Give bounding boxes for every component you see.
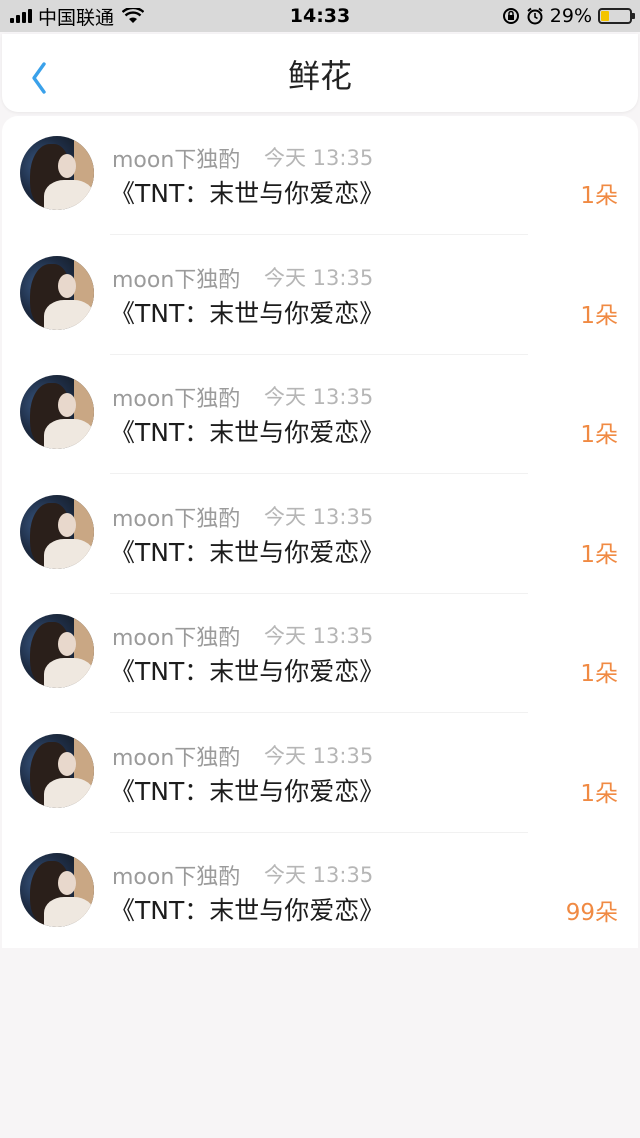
status-bar: 中国联通 14:33 29% [0,0,640,32]
flower-count: 1朵 [580,183,618,209]
book-title: 《TNT：末世与你爱恋》 [110,537,385,567]
flower-count: 1朵 [580,780,618,807]
avatar[interactable] [20,255,94,330]
status-right: 29% [502,0,635,32]
gift-time: 今天 13:35 [264,624,374,648]
avatar[interactable] [20,375,94,449]
list-item[interactable]: moon下独酌 今天 13:35 《TNT：末世与你爱恋》 99朵 [2,833,638,952]
gift-time: 今天 13:35 [264,265,374,290]
user-name: moon下独酌 [112,387,241,412]
battery-icon [598,8,635,24]
gift-time: 今天 13:35 [264,863,374,887]
avatar[interactable] [20,733,94,808]
avatar[interactable] [20,614,94,688]
user-name: moon下独酌 [112,745,241,771]
book-title: 《TNT：末世与你爱恋》 [110,657,385,686]
rotation-lock-icon [502,8,519,24]
book-title: 《TNT：末世与你爱恋》 [110,179,385,208]
list-item[interactable]: moon下独酌 今天 13:35 《TNT：末世与你爱恋》 1朵 [2,594,638,713]
nav-bar: 鲜花 [2,34,638,112]
avatar[interactable] [20,136,94,210]
page-title: 鲜花 [287,57,352,95]
user-name: moon下独酌 [112,506,241,532]
flower-count: 99朵 [565,900,618,926]
flower-record-list: moon下独酌 今天 13:35 《TNT：末世与你爱恋》 1朵 moon下独酌 今天 1… [2,116,638,948]
user-name: moon下独酌 [112,626,241,651]
list-item[interactable]: moon下独酌 今天 13:35 《TNT：末世与你爱恋》 1朵 [2,355,638,474]
book-title: 《TNT：末世与你爱恋》 [110,418,385,447]
user-name: moon下独酌 [112,267,241,293]
gift-time: 今天 13:35 [264,146,374,170]
flower-count: 1朵 [580,302,618,329]
avatar[interactable] [20,853,94,927]
flower-count: 1朵 [580,541,618,568]
flower-count: 1朵 [580,661,618,687]
user-name: moon下独酌 [112,148,241,173]
book-title: 《TNT：末世与你爱恋》 [110,896,385,925]
battery-fill [601,11,609,21]
battery-percent: 29% [549,5,592,27]
list-item[interactable]: moon下独酌 今天 13:35 《TNT：末世与你爱恋》 1朵 [2,116,638,235]
list-item[interactable]: moon下独酌 今天 13:35 《TNT：末世与你爱恋》 1朵 [2,475,638,594]
flower-count: 1朵 [580,422,618,448]
book-title: 《TNT：末世与你爱恋》 [110,298,385,328]
book-title: 《TNT：末世与你爱恋》 [110,776,385,806]
gift-time: 今天 13:35 [264,504,374,529]
gift-time: 今天 13:35 [264,743,374,768]
alarm-icon [527,7,543,25]
list-item[interactable]: moon下独酌 今天 13:35 《TNT：末世与你爱恋》 1朵 [2,236,638,355]
avatar[interactable] [20,494,94,569]
gift-time: 今天 13:35 [264,385,374,409]
list-item[interactable]: moon下独酌 今天 13:35 《TNT：末世与你爱恋》 1朵 [2,714,638,833]
user-name: moon下独酌 [112,865,241,890]
